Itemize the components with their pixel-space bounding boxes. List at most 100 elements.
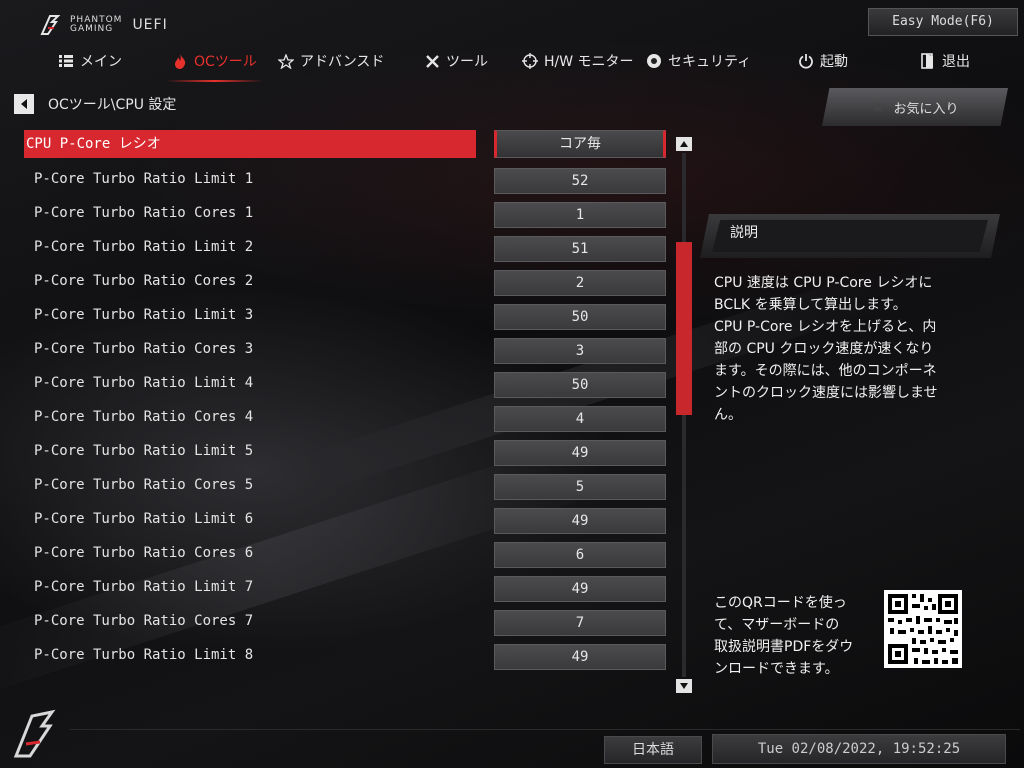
arrow-up-icon: [680, 141, 688, 147]
tab-label: ツール: [446, 54, 488, 70]
setting-row[interactable]: P-Core Turbo Ratio Cores 4 4: [24, 402, 694, 436]
tab-exit[interactable]: 退出: [920, 44, 970, 78]
description-line: CPU 速度は CPU P-Core レシオに: [714, 275, 933, 291]
scroll-down-button[interactable]: [676, 679, 692, 693]
description-line: ントのクロック速度には影響しませ: [714, 385, 938, 401]
setting-row[interactable]: P-Core Turbo Ratio Limit 3 50: [24, 300, 694, 334]
description-line: ます。その際には、他のコンポーネ: [714, 363, 937, 379]
tab-security[interactable]: セキュリティ: [646, 44, 751, 78]
phantom-gaming-footer-logo-icon: [13, 709, 56, 758]
brand-logo: PHANTOM GAMING UEFI: [38, 12, 168, 38]
setting-row[interactable]: P-Core Turbo Ratio Cores 3 3: [24, 334, 694, 368]
description-line: ん。: [714, 407, 742, 423]
setting-row[interactable]: P-Core Turbo Ratio Limit 2 51: [24, 232, 694, 266]
language-button[interactable]: 日本語: [604, 736, 702, 764]
power-icon: [798, 53, 814, 69]
setting-label: P-Core Turbo Ratio Limit 2: [34, 239, 254, 255]
setting-value-field[interactable]: 49: [494, 440, 666, 466]
setting-value-field[interactable]: 49: [494, 576, 666, 602]
description-text: CPU 速度は CPU P-Core レシオに BCLK を乗算して算出します。…: [714, 272, 976, 426]
settings-scrollbar[interactable]: [676, 137, 694, 693]
setting-row[interactable]: P-Core Turbo Ratio Limit 1 52: [24, 164, 694, 198]
favorites-button[interactable]: お気に入り: [822, 88, 1008, 126]
tab-label: アドバンスド: [300, 54, 385, 70]
description-header: 説明: [700, 214, 1000, 258]
tab-advanced[interactable]: アドバンスド: [278, 44, 384, 78]
description-line: 部の CPU クロック速度が速くなり: [714, 341, 934, 357]
setting-value-field[interactable]: 1: [494, 202, 666, 228]
phantom-gaming-logo-icon: [40, 15, 61, 35]
setting-value-field[interactable]: 50: [494, 372, 666, 398]
setting-row[interactable]: P-Core Turbo Ratio Limit 6 49: [24, 504, 694, 538]
setting-label: P-Core Turbo Ratio Limit 1: [34, 171, 254, 187]
setting-value-field[interactable]: 51: [494, 236, 666, 262]
brand-text: PHANTOM GAMING: [70, 16, 122, 34]
qr-caption-line: て、マザーボードの: [714, 617, 840, 633]
qr-code-icon: [884, 590, 962, 668]
setting-label: P-Core Turbo Ratio Limit 3: [34, 307, 254, 323]
qr-caption-line: ンロードできます。: [714, 661, 839, 677]
tab-label: メイン: [80, 54, 122, 70]
setting-label: CPU P-Core レシオ: [26, 136, 161, 152]
footer-divider: [70, 729, 1020, 730]
setting-row[interactable]: P-Core Turbo Ratio Limit 7 49: [24, 572, 694, 606]
description-line: BCLK を乗算して算出します。: [714, 297, 907, 313]
crosshair-icon: [522, 53, 538, 69]
description-line: CPU P-Core レシオを上げると、内: [714, 319, 937, 335]
setting-label: P-Core Turbo Ratio Cores 5: [34, 477, 254, 493]
scroll-track[interactable]: [682, 153, 686, 677]
setting-row[interactable]: P-Core Turbo Ratio Cores 7 7: [24, 606, 694, 640]
setting-label: P-Core Turbo Ratio Cores 1: [34, 205, 254, 221]
description-title: 説明: [730, 225, 758, 241]
tools-icon: [424, 53, 440, 69]
tab-boot[interactable]: 起動: [798, 44, 848, 78]
setting-label: P-Core Turbo Ratio Cores 2: [34, 273, 254, 289]
flame-icon: [172, 53, 188, 69]
setting-value-field[interactable]: 2: [494, 270, 666, 296]
setting-row-cpu-p-core-ratio[interactable]: CPU P-Core レシオ コア毎: [24, 130, 694, 164]
arrow-left-icon: [21, 99, 27, 109]
setting-value-field[interactable]: 52: [494, 168, 666, 194]
back-button[interactable]: [14, 94, 34, 114]
brand-line-2: GAMING: [70, 24, 114, 34]
setting-value-field[interactable]: 49: [494, 508, 666, 534]
setting-label: P-Core Turbo Ratio Cores 4: [34, 409, 254, 425]
setting-value-dropdown[interactable]: コア毎: [494, 130, 666, 158]
setting-label: P-Core Turbo Ratio Limit 5: [34, 443, 254, 459]
setting-value-field[interactable]: 4: [494, 406, 666, 432]
tab-label: 退出: [942, 54, 970, 70]
main-menu: メイン OCツール アドバンスド ツール H/W モニター セキュリティ 起動 …: [0, 44, 1024, 82]
tab-hw-monitor[interactable]: H/W モニター: [522, 44, 634, 78]
star-icon: [872, 101, 885, 113]
easy-mode-button[interactable]: Easy Mode(F6): [868, 8, 1018, 36]
arrow-down-icon: [680, 683, 688, 689]
tab-main[interactable]: メイン: [58, 44, 122, 78]
setting-value-field[interactable]: 7: [494, 610, 666, 636]
setting-row[interactable]: P-Core Turbo Ratio Limit 5 49: [24, 436, 694, 470]
setting-row[interactable]: P-Core Turbo Ratio Cores 2 2: [24, 266, 694, 300]
setting-row[interactable]: P-Core Turbo Ratio Cores 6 6: [24, 538, 694, 572]
qr-caption: このQRコードを使っ て、マザーボードの 取扱説明書PDFをダウ ンロードできま…: [714, 592, 874, 680]
tab-tools[interactable]: ツール: [424, 44, 488, 78]
brand-uefi: UEFI: [132, 17, 168, 33]
setting-row[interactable]: P-Core Turbo Ratio Cores 5 5: [24, 470, 694, 504]
scroll-thumb[interactable]: [676, 242, 692, 415]
qr-caption-line: このQRコードを使っ: [714, 595, 847, 611]
list-icon: [58, 53, 74, 69]
setting-value-field[interactable]: 49: [494, 644, 666, 670]
setting-value-field[interactable]: 6: [494, 542, 666, 568]
tab-oc-tools[interactable]: OCツール: [166, 44, 263, 82]
setting-label: P-Core Turbo Ratio Cores 3: [34, 341, 254, 357]
scroll-up-button[interactable]: [676, 137, 692, 151]
setting-row[interactable]: P-Core Turbo Ratio Limit 8 49: [24, 640, 694, 674]
setting-value-field[interactable]: 3: [494, 338, 666, 364]
setting-value-field[interactable]: 5: [494, 474, 666, 500]
shield-icon: [646, 53, 662, 69]
datetime-display[interactable]: Tue 02/08/2022, 19:52:25: [712, 734, 1006, 764]
tab-label: 起動: [820, 54, 848, 70]
setting-row[interactable]: P-Core Turbo Ratio Limit 4 50: [24, 368, 694, 402]
star-icon: [278, 53, 294, 69]
breadcrumb: OCツール\CPU 設定: [14, 94, 176, 114]
setting-row[interactable]: P-Core Turbo Ratio Cores 1 1: [24, 198, 694, 232]
setting-value-field[interactable]: 50: [494, 304, 666, 330]
